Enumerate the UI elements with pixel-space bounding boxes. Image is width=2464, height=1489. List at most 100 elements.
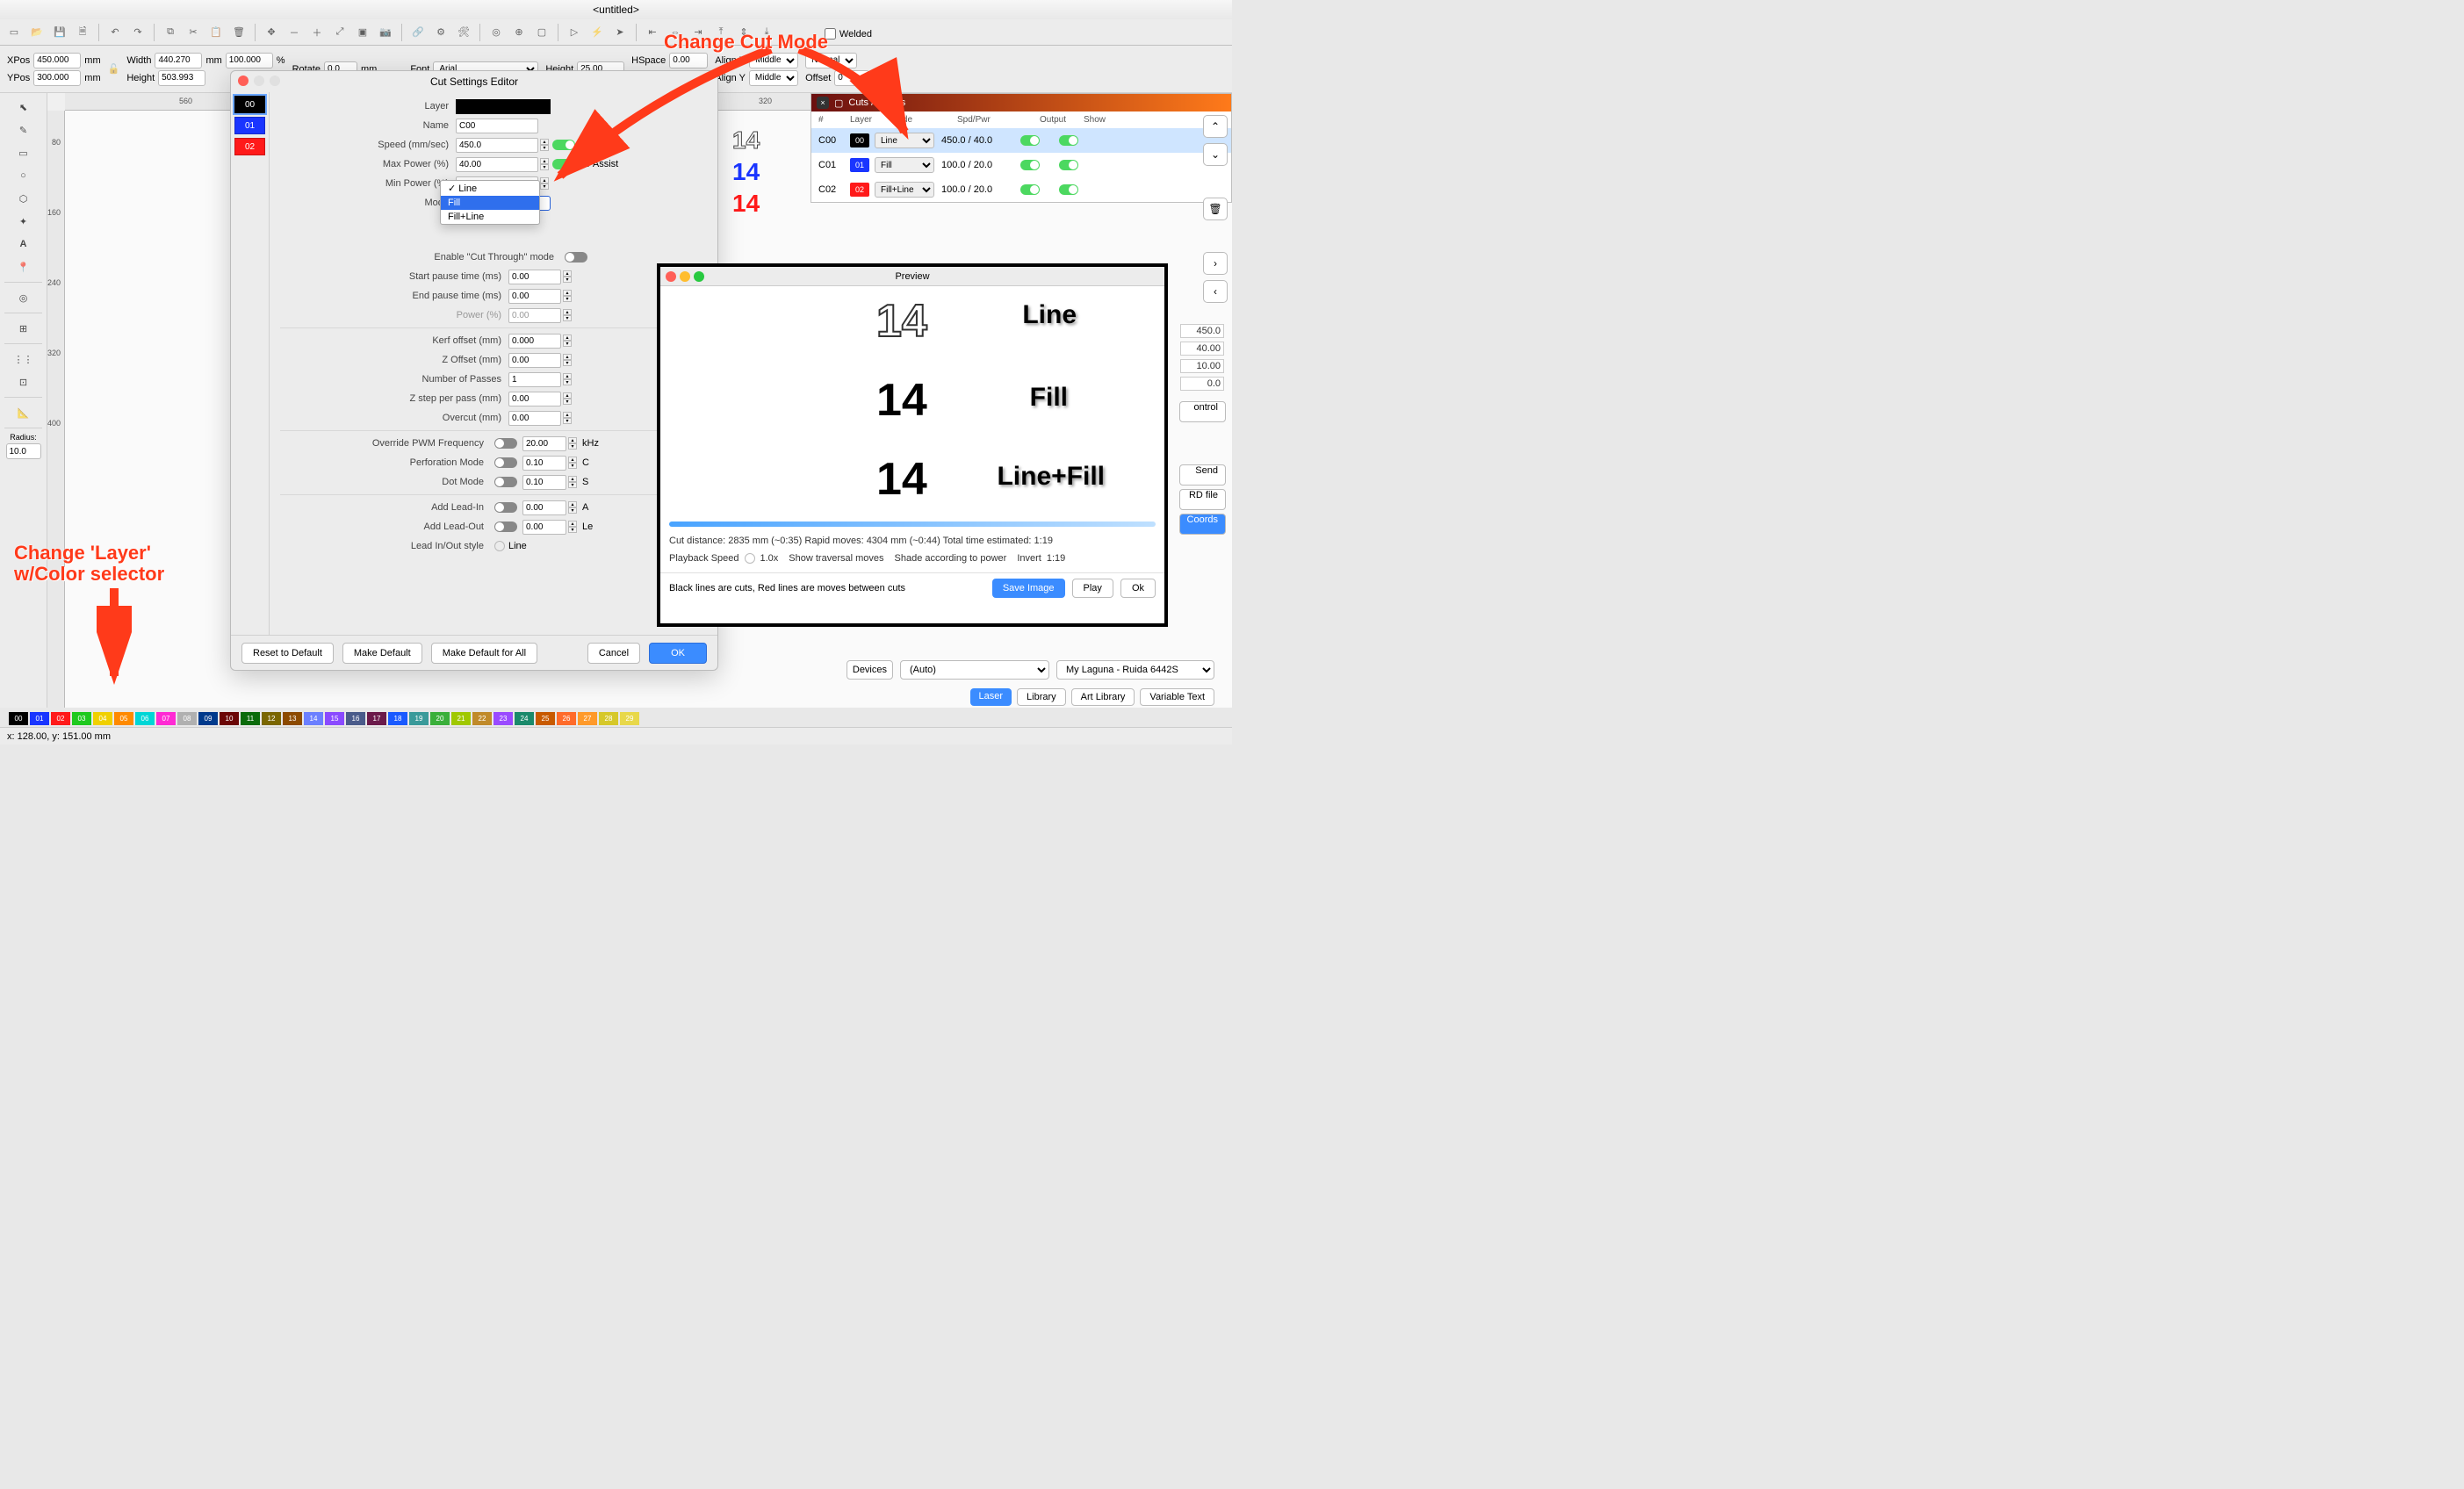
polygon-tool-icon[interactable]: ⬡ bbox=[13, 188, 34, 209]
left-button[interactable]: ‹ bbox=[1203, 280, 1228, 303]
makedefall-button[interactable]: Make Default for All bbox=[431, 643, 537, 664]
zoomfit-icon[interactable]: ⤢ bbox=[331, 24, 349, 41]
open-icon[interactable]: 📂 bbox=[28, 24, 46, 41]
frame2-icon[interactable]: ▢ bbox=[533, 24, 551, 41]
laser-icon[interactable]: ⚡ bbox=[588, 24, 606, 41]
new-icon[interactable]: ▭ bbox=[5, 24, 23, 41]
copy-icon[interactable]: ⧉ bbox=[162, 24, 179, 41]
alignb-icon[interactable]: ⤓ bbox=[758, 24, 775, 41]
cancel-button[interactable]: Cancel bbox=[587, 643, 640, 664]
target-icon[interactable]: ◎ bbox=[487, 24, 505, 41]
cut-row[interactable]: C0101Fill100.0 / 20.0 bbox=[811, 153, 1231, 177]
move-down-button[interactable]: ⌄ bbox=[1203, 143, 1228, 166]
send-icon[interactable]: ➤ bbox=[611, 24, 629, 41]
color-swatch[interactable]: 12 bbox=[262, 712, 281, 725]
color-swatch[interactable]: 07 bbox=[156, 712, 176, 725]
grid-tool-icon[interactable]: ⋮⋮ bbox=[13, 349, 34, 370]
coords-button[interactable]: Coords bbox=[1179, 514, 1226, 535]
delete-icon[interactable]: 🗑 bbox=[230, 24, 248, 41]
speed-input[interactable] bbox=[456, 138, 538, 153]
ok-button[interactable]: OK bbox=[649, 643, 707, 664]
select-tool-icon[interactable]: ⬉ bbox=[13, 97, 34, 118]
color-swatch[interactable]: 27 bbox=[578, 712, 597, 725]
color-swatch[interactable]: 01 bbox=[30, 712, 49, 725]
zoomin-icon[interactable]: ＋ bbox=[308, 24, 326, 41]
color-swatch[interactable]: 16 bbox=[346, 712, 365, 725]
color-swatch[interactable]: 26 bbox=[557, 712, 576, 725]
color-swatch[interactable]: 22 bbox=[472, 712, 492, 725]
color-swatch[interactable]: 10 bbox=[220, 712, 239, 725]
link-icon[interactable]: 🔗 bbox=[409, 24, 427, 41]
save-image-button[interactable]: Save Image bbox=[992, 579, 1065, 598]
close-window-icon[interactable] bbox=[238, 76, 249, 86]
circle-tool-icon[interactable]: ○ bbox=[13, 165, 34, 186]
tools-icon[interactable]: 🛠 bbox=[455, 24, 472, 41]
control-button[interactable]: ontrol bbox=[1179, 401, 1226, 422]
name-input[interactable] bbox=[456, 119, 538, 133]
mode-option-fill[interactable]: Fill bbox=[441, 196, 539, 210]
ring-tool-icon[interactable]: ◎ bbox=[13, 287, 34, 308]
device-auto-select[interactable]: (Auto) bbox=[900, 660, 1049, 680]
cutthrough-toggle[interactable] bbox=[565, 252, 587, 263]
rect-tool-icon[interactable]: ▭ bbox=[13, 142, 34, 163]
color-swatch[interactable]: 21 bbox=[451, 712, 471, 725]
height-input[interactable] bbox=[158, 70, 205, 86]
color-swatch[interactable]: 25 bbox=[536, 712, 555, 725]
bottom-tab[interactable]: Library bbox=[1017, 688, 1066, 706]
edit-nodes-icon[interactable]: ✦ bbox=[13, 211, 34, 232]
color-swatch[interactable]: 11 bbox=[241, 712, 260, 725]
pencil-tool-icon[interactable]: ✎ bbox=[13, 119, 34, 140]
alignm-icon[interactable]: ⇕ bbox=[735, 24, 753, 41]
color-swatch[interactable]: 24 bbox=[515, 712, 534, 725]
alignl-icon[interactable]: ⇤ bbox=[644, 24, 661, 41]
array-tool-icon[interactable]: ⊡ bbox=[13, 371, 34, 392]
play-icon[interactable]: ▷ bbox=[566, 24, 583, 41]
undo-icon[interactable]: ↶ bbox=[106, 24, 124, 41]
bottom-tab[interactable]: Variable Text bbox=[1140, 688, 1214, 706]
measure-tool-icon[interactable]: 📐 bbox=[13, 402, 34, 423]
color-swatch[interactable]: 28 bbox=[599, 712, 618, 725]
device-machine-select[interactable]: My Laguna - Ruida 6442S bbox=[1056, 660, 1214, 680]
alignt-icon[interactable]: ⤒ bbox=[712, 24, 730, 41]
playback-knob[interactable] bbox=[745, 553, 755, 564]
makedef-button[interactable]: Make Default bbox=[342, 643, 422, 664]
color-swatch[interactable]: 06 bbox=[135, 712, 155, 725]
text-tool-icon[interactable]: A bbox=[13, 234, 34, 255]
gear-icon[interactable]: ⚙ bbox=[432, 24, 450, 41]
align-tool-icon[interactable]: ⊞ bbox=[13, 318, 34, 339]
color-swatch[interactable]: 17 bbox=[367, 712, 386, 725]
devices-button[interactable]: Devices bbox=[847, 660, 893, 680]
save-as-icon[interactable]: 🗎 bbox=[74, 24, 91, 41]
center-icon[interactable]: ⊕ bbox=[510, 24, 528, 41]
maxpower-input[interactable] bbox=[456, 157, 538, 172]
color-swatch[interactable]: 03 bbox=[72, 712, 91, 725]
color-swatch[interactable]: 29 bbox=[620, 712, 639, 725]
move-icon[interactable]: ✥ bbox=[263, 24, 280, 41]
send-button[interactable]: Send bbox=[1179, 464, 1226, 486]
alignr-icon[interactable]: ⇥ bbox=[689, 24, 707, 41]
xpos-input[interactable] bbox=[33, 53, 81, 68]
alignc-icon[interactable]: ⇔ bbox=[666, 24, 684, 41]
bottom-tab[interactable]: Laser bbox=[970, 688, 1012, 706]
camera-icon[interactable]: 📷 bbox=[377, 24, 394, 41]
pv-zoom-icon[interactable] bbox=[694, 271, 704, 282]
pv-close-icon[interactable] bbox=[666, 271, 676, 282]
mode-option-fillline[interactable]: Fill+Line bbox=[441, 210, 539, 224]
radius-input[interactable] bbox=[6, 443, 41, 459]
color-swatch[interactable]: 15 bbox=[325, 712, 344, 725]
color-swatch[interactable]: 23 bbox=[494, 712, 513, 725]
zoomout-icon[interactable]: － bbox=[285, 24, 303, 41]
lock-icon[interactable]: 🔓 bbox=[108, 63, 120, 75]
color-swatch[interactable]: 13 bbox=[283, 712, 302, 725]
pv-min-icon[interactable] bbox=[680, 271, 690, 282]
color-swatch[interactable]: 02 bbox=[51, 712, 70, 725]
cut-icon[interactable]: ✂ bbox=[184, 24, 202, 41]
width-pct-input[interactable] bbox=[226, 53, 273, 68]
welded-checkbox[interactable] bbox=[825, 28, 836, 40]
mode-option-line[interactable]: Line bbox=[441, 181, 539, 196]
color-swatch[interactable]: 14 bbox=[304, 712, 323, 725]
color-swatch[interactable]: 04 bbox=[93, 712, 112, 725]
play-button[interactable]: Play bbox=[1072, 579, 1113, 598]
trash-button[interactable]: 🗑 bbox=[1203, 198, 1228, 220]
color-swatch[interactable]: 19 bbox=[409, 712, 429, 725]
